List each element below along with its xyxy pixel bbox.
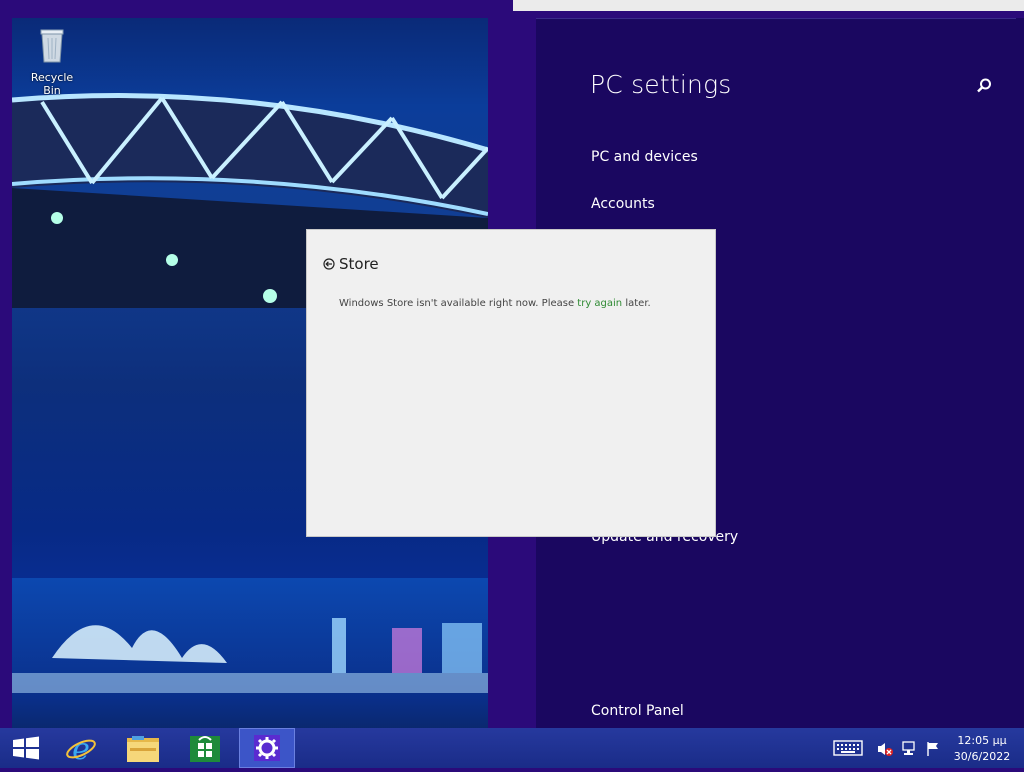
harbor-water (12, 578, 488, 749)
try-again-link[interactable]: try again (577, 298, 622, 309)
settings-item-accounts[interactable]: Accounts (591, 196, 655, 212)
top-window-edge (513, 0, 1024, 11)
svg-text:e: e (72, 732, 90, 767)
gear-icon (254, 735, 280, 761)
back-arrow-icon[interactable] (323, 258, 335, 270)
search-icon[interactable] (975, 77, 993, 95)
flag-icon[interactable] (925, 741, 941, 757)
ie-icon: e (66, 732, 96, 767)
page-title: PC settings (590, 70, 732, 99)
recycle-bin-shortcut[interactable]: Recycle Bin (22, 26, 82, 97)
internet-explorer-button[interactable]: e (54, 728, 108, 768)
system-clock[interactable]: 12:05 μμ 30/6/2022 (950, 733, 1014, 765)
settings-divider (536, 18, 1016, 19)
store-icon (190, 736, 220, 762)
keyboard-icon[interactable] (833, 740, 863, 756)
message-text-end: later. (622, 298, 651, 309)
clock-time: 12:05 μμ (957, 734, 1007, 747)
taskbar: e (0, 728, 1024, 768)
clock-date: 30/6/2022 (953, 750, 1011, 763)
speaker-muted-icon[interactable] (876, 741, 894, 757)
settings-item-pc-and-devices[interactable]: PC and devices (591, 149, 698, 165)
windows-logo-icon (13, 736, 39, 760)
store-window: Store Windows Store isn't available righ… (306, 229, 716, 537)
settings-item-control-panel[interactable]: Control Panel (591, 703, 684, 719)
start-button[interactable] (0, 728, 54, 768)
store-title: Store (339, 255, 379, 273)
file-explorer-button[interactable] (116, 728, 170, 768)
pc-settings-button[interactable] (239, 728, 295, 768)
recycle-bin-icon (40, 29, 64, 63)
recycle-bin-label: Recycle Bin (30, 71, 74, 97)
store-error-message: Windows Store isn't available right now.… (339, 298, 651, 309)
folder-icon (127, 736, 159, 762)
network-icon[interactable] (901, 741, 918, 757)
message-text: Windows Store isn't available right now.… (339, 298, 578, 309)
store-button[interactable] (178, 728, 232, 768)
